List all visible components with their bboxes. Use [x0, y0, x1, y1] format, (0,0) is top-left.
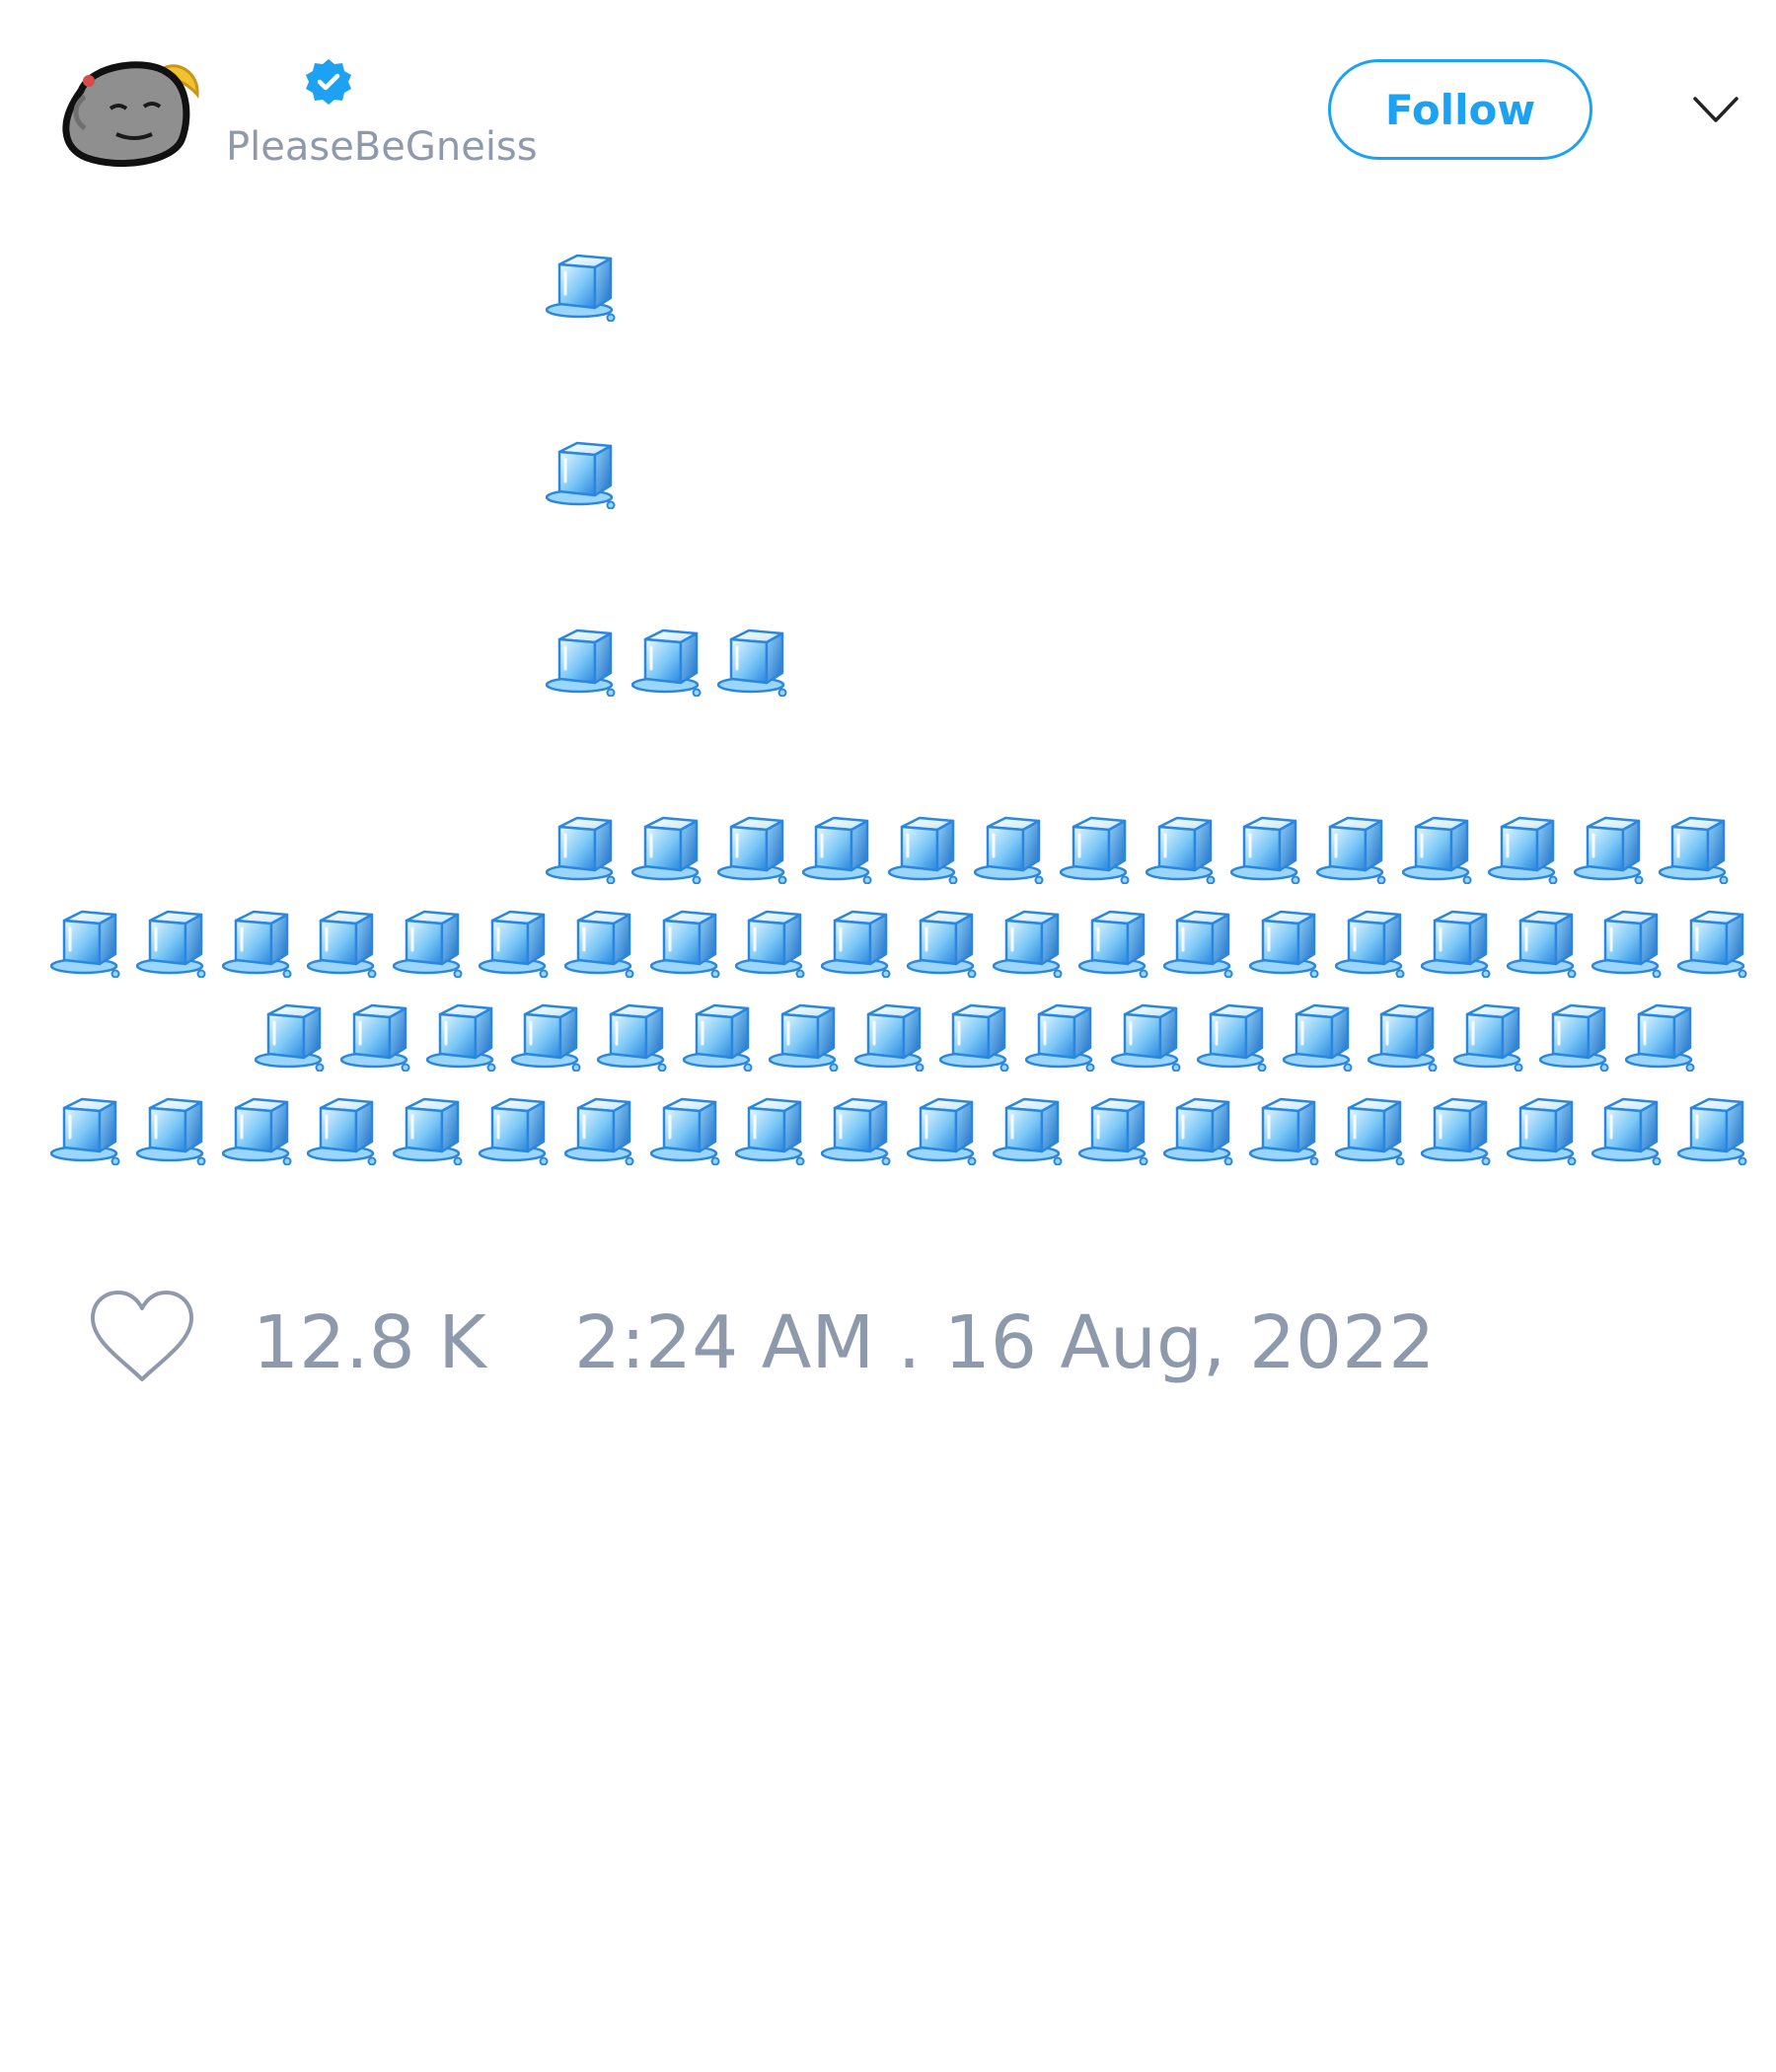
- ice-cube-icon: [1249, 903, 1324, 978]
- ice-cube-icon: [546, 809, 621, 884]
- ice-cube-icon: [1421, 903, 1496, 978]
- ice-cube-icon: [1421, 1090, 1496, 1165]
- ice-cube-icon: [683, 997, 758, 1072]
- ice-cube-icon: [1488, 809, 1563, 884]
- ice-cube-icon: [1335, 1090, 1410, 1165]
- ice-cube-icon: [1507, 1090, 1582, 1165]
- ice-cube-icon: [907, 903, 982, 978]
- ice-cube-icon: [1316, 809, 1391, 884]
- ice-cube-icon: [307, 903, 382, 978]
- ice-cube-icon: [340, 997, 415, 1072]
- ice-cube-icon: [802, 809, 877, 884]
- heart-outline-icon[interactable]: [87, 1289, 197, 1387]
- ice-cube-icon: [564, 1090, 639, 1165]
- ice-cube-icon: [222, 903, 297, 978]
- ice-cube-icon: [1368, 997, 1443, 1072]
- ice-cube-icon: [907, 1090, 982, 1165]
- ice-cube-icon: [1025, 997, 1100, 1072]
- ice-cube-icon: [511, 997, 586, 1072]
- ice-cube-icon: [1060, 809, 1135, 884]
- ice-cube-icon: [769, 997, 844, 1072]
- ice-cube-icon: [1283, 997, 1358, 1072]
- ice-cube-icon: [1078, 1090, 1153, 1165]
- ice-cube-icon: [854, 997, 929, 1072]
- ice-cube-icon: [479, 1090, 554, 1165]
- ice-cube-icon: [255, 997, 330, 1072]
- ice-cube-icon: [888, 809, 963, 884]
- like-count: 12.8 K: [253, 1300, 486, 1385]
- ice-cube-icon: [1659, 809, 1734, 884]
- ice-cube-icon: [1591, 903, 1666, 978]
- ice-cube-icon: [1197, 997, 1272, 1072]
- tweet-timestamp[interactable]: 2:24 AM . 16 Aug, 2022: [574, 1300, 1435, 1385]
- ice-cube-icon: [735, 1090, 810, 1165]
- ice-cube-icon: [993, 1090, 1068, 1165]
- ice-cube-icon: [993, 903, 1068, 978]
- ice-cube-icon: [1677, 903, 1752, 978]
- ice-cube-icon: [546, 434, 621, 509]
- ice-cube-icon: [717, 622, 792, 697]
- ice-cube-icon: [1163, 1090, 1238, 1165]
- ice-cube-icon: [631, 622, 706, 697]
- ice-cube-icon: [1402, 809, 1477, 884]
- ice-cube-icon: [479, 903, 554, 978]
- ice-cube-icon: [393, 903, 468, 978]
- ice-cube-icon: [1111, 997, 1186, 1072]
- ice-cube-icon: [136, 903, 211, 978]
- ice-cube-icon: [821, 903, 896, 978]
- ice-cube-icon: [1078, 903, 1153, 978]
- ice-cube-icon: [307, 1090, 382, 1165]
- ice-cube-icon: [1591, 1090, 1666, 1165]
- ice-cube-icon: [136, 1090, 211, 1165]
- ice-cube-icon: [1146, 809, 1221, 884]
- ice-cube-icon: [650, 1090, 725, 1165]
- ice-cube-icon: [1230, 809, 1305, 884]
- ice-cube-icon: [546, 622, 621, 697]
- tweet-text: [0, 0, 1776, 1204]
- ice-cube-icon: [1163, 903, 1238, 978]
- ice-cube-icon: [974, 809, 1049, 884]
- ice-cube-icon: [1539, 997, 1614, 1072]
- ice-cube-icon: [1574, 809, 1649, 884]
- ice-cube-icon: [1453, 997, 1528, 1072]
- ice-cube-icon: [1507, 903, 1582, 978]
- ice-cube-icon: [1335, 903, 1410, 978]
- ice-cube-icon: [546, 247, 621, 322]
- ice-cube-icon: [393, 1090, 468, 1165]
- ice-cube-icon: [50, 1090, 125, 1165]
- ice-cube-icon: [1249, 1090, 1324, 1165]
- ice-cube-icon: [1625, 997, 1700, 1072]
- ice-cube-icon: [717, 809, 792, 884]
- ice-cube-icon: [939, 997, 1014, 1072]
- ice-cube-icon: [735, 903, 810, 978]
- ice-cube-icon: [564, 903, 639, 978]
- ice-cube-icon: [426, 997, 501, 1072]
- ice-cube-icon: [1677, 1090, 1752, 1165]
- ice-cube-icon: [821, 1090, 896, 1165]
- ice-cube-icon: [631, 809, 706, 884]
- ice-cube-icon: [222, 1090, 297, 1165]
- ice-cube-icon: [650, 903, 725, 978]
- ice-cube-icon: [50, 903, 125, 978]
- ice-cube-icon: [597, 997, 672, 1072]
